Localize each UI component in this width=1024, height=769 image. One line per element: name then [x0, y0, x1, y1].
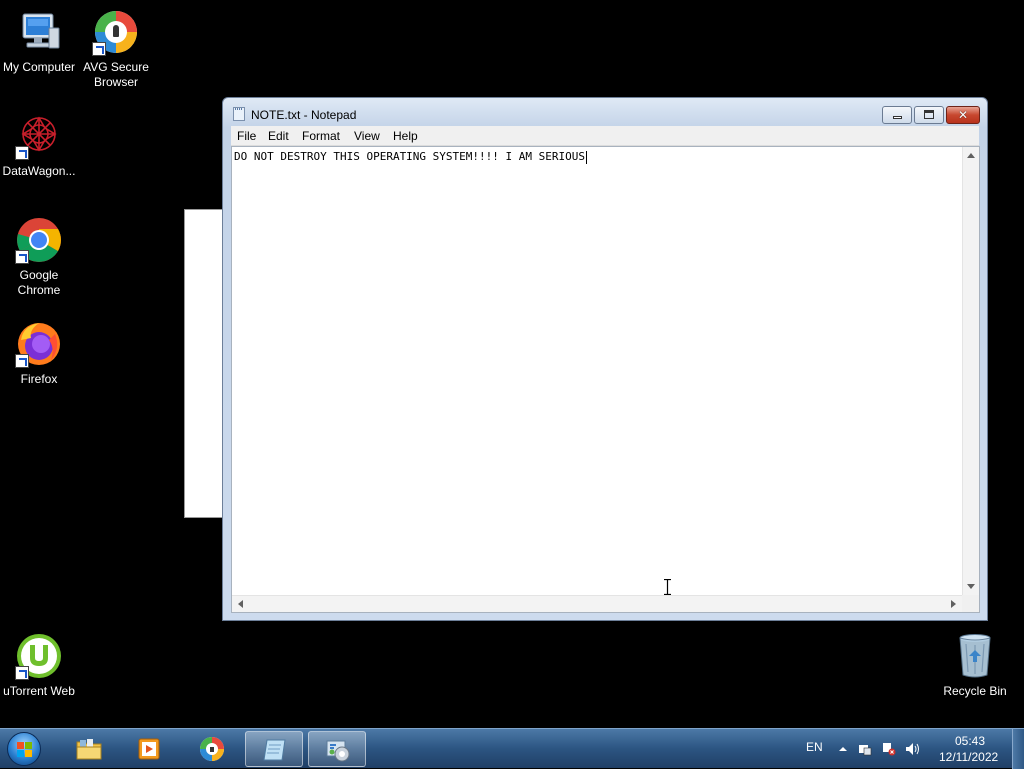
- avg-secure-browser-icon: [200, 737, 224, 761]
- background-window[interactable]: [184, 209, 224, 518]
- text-caret: [586, 150, 587, 164]
- menu-help[interactable]: Help: [393, 129, 418, 143]
- desktop-icon-avg-secure-browser[interactable]: AVG Secure Browser: [76, 8, 156, 90]
- google-chrome-icon: [15, 216, 63, 264]
- desktop-icon-datawagon[interactable]: DataWagon...: [0, 112, 79, 179]
- language-indicator[interactable]: EN: [806, 740, 823, 754]
- clock-time[interactable]: 05:43: [955, 734, 985, 748]
- scroll-up-icon[interactable]: [967, 153, 975, 158]
- show-desktop-button[interactable]: [1012, 729, 1024, 769]
- utorrent-web-icon: [15, 632, 63, 680]
- horizontal-scrollbar[interactable]: [232, 595, 962, 612]
- menu-format[interactable]: Format: [302, 129, 340, 143]
- scroll-down-icon[interactable]: [967, 584, 975, 589]
- windows-logo-icon: [17, 742, 32, 757]
- vertical-scrollbar[interactable]: [962, 147, 979, 595]
- desktop-icon-recycle-bin[interactable]: Recycle Bin: [935, 632, 1015, 699]
- avg-secure-browser-icon: [92, 8, 140, 56]
- media-player-icon: [138, 738, 160, 760]
- notepad-titlebar[interactable]: NOTE.txt - Notepad ✕: [223, 98, 987, 128]
- notepad-icon: [263, 739, 286, 761]
- shortcut-arrow-icon: [15, 250, 29, 264]
- folder-icon: [76, 739, 102, 760]
- scroll-right-icon[interactable]: [951, 600, 956, 608]
- shortcut-arrow-icon: [15, 666, 29, 680]
- scrollbar-corner: [962, 595, 979, 612]
- desktop-icon-google-chrome[interactable]: Google Chrome: [0, 216, 79, 298]
- firefox-icon: [15, 320, 63, 368]
- control-panel-icon: [326, 740, 350, 762]
- notepad-icon: [233, 107, 245, 121]
- taskbar: EN 05:43 12/11/2022: [0, 728, 1024, 769]
- desktop-icon-label: Browser: [93, 75, 138, 89]
- document-content: DO NOT DESTROY THIS OPERATING SYSTEM!!!!…: [234, 150, 585, 163]
- menu-bar: File Edit Format View Help: [231, 126, 979, 146]
- taskbar-notepad[interactable]: [245, 731, 303, 767]
- shortcut-arrow-icon: [15, 354, 29, 368]
- desktop-icon-label: My Computer: [2, 60, 76, 74]
- desktop-icon-label: uTorrent Web: [3, 684, 75, 698]
- menu-view[interactable]: View: [354, 129, 380, 143]
- desktop-icon-label: Chrome: [17, 283, 61, 297]
- text-cursor-icon: [664, 579, 671, 595]
- close-button[interactable]: ✕: [946, 106, 980, 124]
- taskbar-media-player[interactable]: [121, 731, 179, 767]
- desktop-icon-utorrent-web[interactable]: uTorrent Web: [0, 632, 79, 699]
- window-title: NOTE.txt - Notepad: [251, 108, 357, 122]
- desktop-icon-my-computer[interactable]: My Computer: [0, 8, 79, 75]
- desktop-icon-label: DataWagon...: [2, 164, 76, 178]
- scroll-left-icon[interactable]: [238, 600, 243, 608]
- action-center-flag-icon[interactable]: [858, 741, 872, 756]
- taskbar-windows-explorer[interactable]: [60, 731, 118, 767]
- notepad-window[interactable]: NOTE.txt - Notepad ✕ File Edit Format Vi…: [222, 97, 988, 621]
- desktop-icon-firefox[interactable]: Firefox: [0, 320, 79, 387]
- datawagon-icon: [15, 112, 63, 160]
- network-disconnected-icon[interactable]: [882, 741, 896, 756]
- start-button[interactable]: [7, 732, 41, 766]
- text-editor[interactable]: DO NOT DESTROY THIS OPERATING SYSTEM!!!!…: [231, 146, 980, 613]
- clock-date[interactable]: 12/11/2022: [939, 750, 998, 764]
- desktop-icon-label: Firefox: [20, 372, 58, 386]
- recycle-bin-icon: [951, 632, 999, 680]
- my-computer-icon: [15, 8, 63, 56]
- shortcut-arrow-icon: [92, 42, 106, 56]
- document-text: DO NOT DESTROY THIS OPERATING SYSTEM!!!!…: [234, 150, 587, 164]
- menu-file[interactable]: File: [237, 129, 256, 143]
- shortcut-arrow-icon: [15, 146, 29, 160]
- desktop-icon-label: Recycle Bin: [943, 684, 1007, 698]
- menu-edit[interactable]: Edit: [268, 129, 289, 143]
- taskbar-avg-browser[interactable]: [183, 731, 241, 767]
- close-icon: ✕: [957, 108, 969, 122]
- desktop-icon-label: AVG Secure: [83, 60, 149, 74]
- maximize-button[interactable]: [914, 106, 944, 124]
- taskbar-control-panel[interactable]: [308, 731, 366, 767]
- show-hidden-icons-chevron-up-icon[interactable]: [836, 741, 850, 755]
- minimize-button[interactable]: [882, 106, 912, 124]
- desktop-icon-label: Google: [19, 268, 59, 282]
- volume-icon[interactable]: [905, 741, 919, 755]
